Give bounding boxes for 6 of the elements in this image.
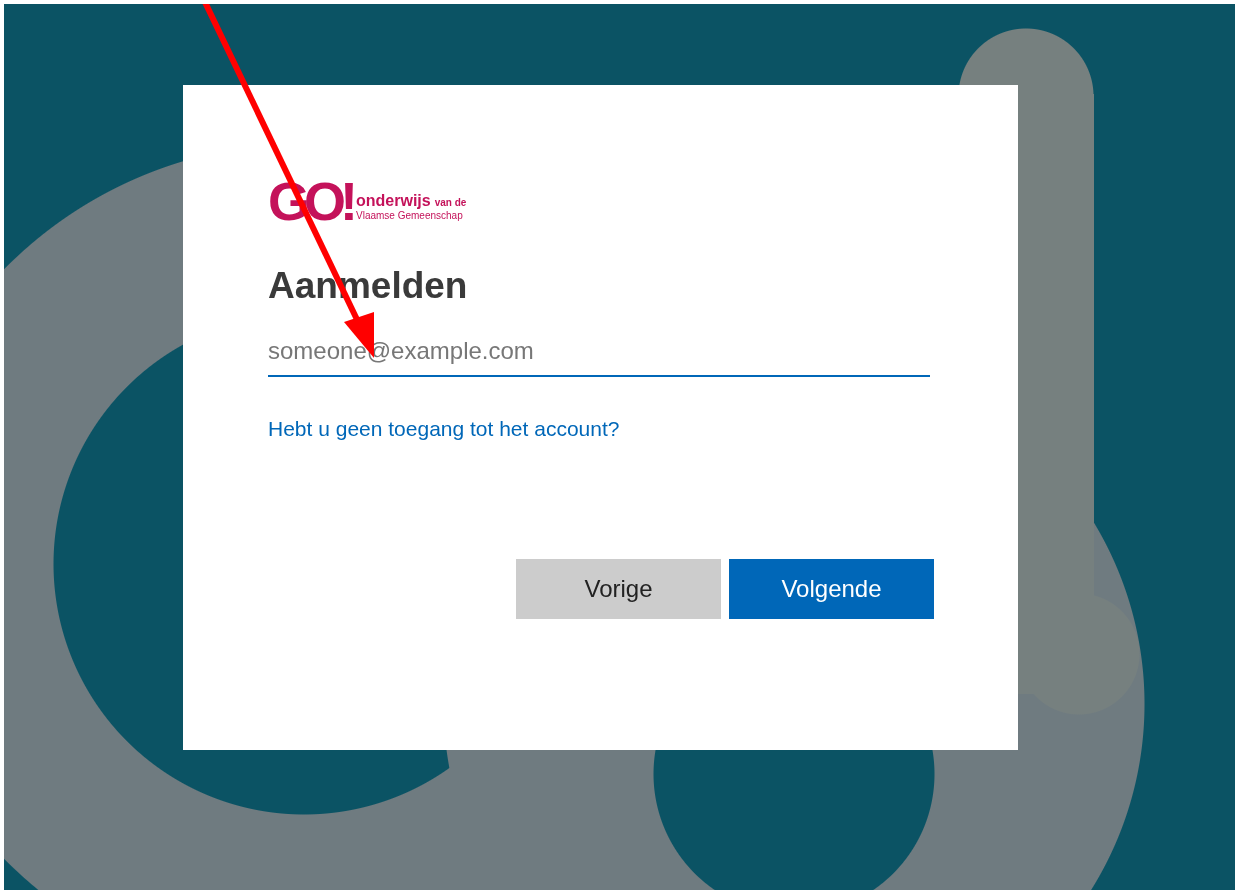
logo-text: van de <box>434 197 467 208</box>
next-button[interactable]: Volgende <box>729 559 934 619</box>
logo-text: onderwijs <box>356 192 431 210</box>
back-button[interactable]: Vorige <box>516 559 721 619</box>
logo-text: Vlaamse Gemeenschap <box>356 210 464 221</box>
help-link[interactable]: Hebt u geen toegang tot het account? <box>268 417 620 441</box>
